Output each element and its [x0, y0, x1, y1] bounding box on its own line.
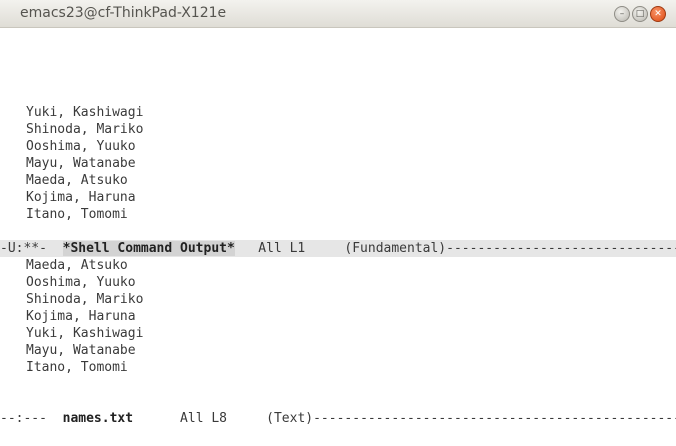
minimize-icon[interactable]: – [614, 6, 630, 22]
buffer-line: Itano, Tomomi [26, 207, 128, 222]
mode-line-position: All L1 [234, 241, 345, 256]
mode-line-buffer-name[interactable]: names.txt [63, 411, 133, 426]
buffer-line: Shinoda, Mariko [26, 122, 144, 137]
buffer-line: Shinoda, Mariko [26, 292, 144, 307]
mode-line-major-mode[interactable]: (Text) [266, 411, 313, 426]
buffer-line: Maeda, Atsuko [26, 258, 128, 273]
buffer-line: Itano, Tomomi [26, 360, 128, 375]
mode-line-buffer-name[interactable]: *Shell Command Output* [62, 241, 235, 256]
buffer-line: Mayu, Watanabe [26, 156, 136, 171]
mode-line-shell-output[interactable]: -U:**- *Shell Command Output* All L1 (Fu… [0, 240, 676, 257]
maximize-icon[interactable]: □ [632, 6, 648, 22]
mode-line-position: All L8 [133, 411, 267, 426]
buffer-line: Yuki, Kashiwagi [26, 326, 144, 341]
mode-line-dashes: ----------------------------------------… [313, 411, 676, 426]
shell-output-buffer[interactable]: Yuki, Kashiwagi Shinoda, Mariko Ooshima,… [26, 104, 143, 223]
mode-line-status: -U:**- [0, 241, 63, 256]
mode-line-status: --:--- [0, 411, 63, 426]
mode-line-names-txt[interactable]: --:--- names.txt All L8 (Text)----------… [0, 410, 676, 427]
window-title: emacs23@cf-ThinkPad-X121e [20, 5, 227, 21]
emacs-window: emacs23@cf-ThinkPad-X121e – □ ✕ Yuki, Ka… [0, 0, 676, 446]
buffer-line: Maeda, Atsuko [26, 173, 128, 188]
mode-line-dashes: ----------------------------------------… [446, 241, 676, 256]
names-txt-buffer[interactable]: Maeda, Atsuko Ooshima, Yuuko Shinoda, Ma… [26, 257, 143, 376]
title-bar[interactable]: emacs23@cf-ThinkPad-X121e – □ ✕ [0, 0, 676, 28]
mode-line-major-mode[interactable]: (Fundamental) [344, 241, 446, 256]
buffer-line: Yuki, Kashiwagi [26, 105, 144, 120]
buffer-line: Ooshima, Yuuko [26, 275, 136, 290]
buffer-line: Mayu, Watanabe [26, 343, 136, 358]
editor-frame[interactable]: Yuki, Kashiwagi Shinoda, Mariko Ooshima,… [0, 28, 676, 446]
buffer-line: Kojima, Haruna [26, 309, 136, 324]
buffer-line: Ooshima, Yuuko [26, 139, 136, 154]
close-icon[interactable]: ✕ [650, 6, 666, 22]
buffer-line: Kojima, Haruna [26, 190, 136, 205]
